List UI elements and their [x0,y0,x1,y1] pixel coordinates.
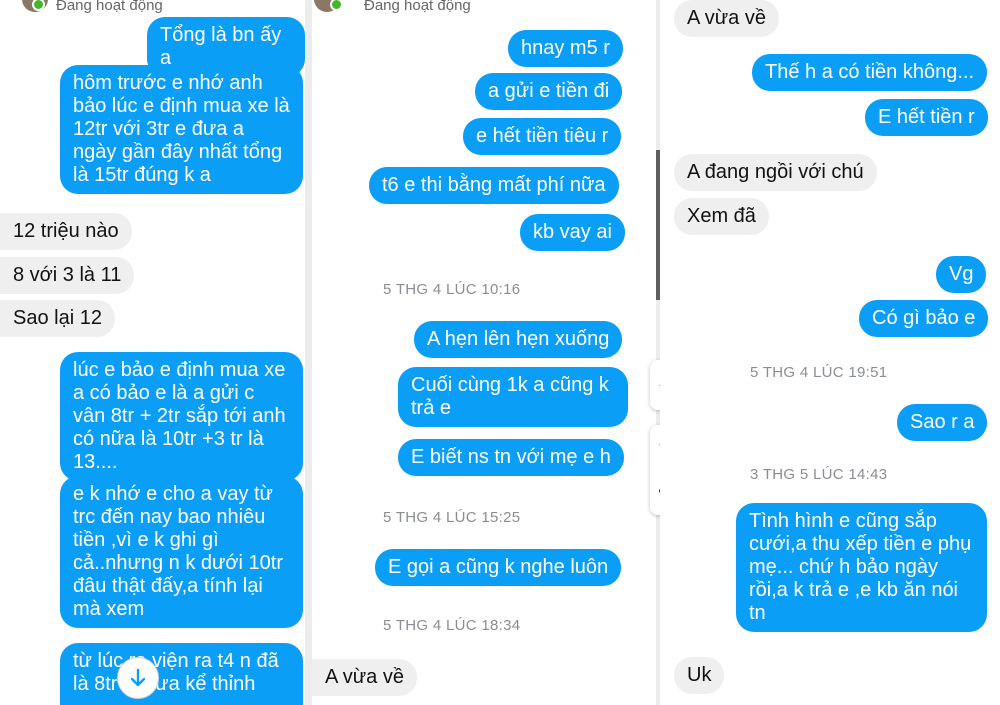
message-outgoing[interactable]: Cuối cùng 1k a cũng k trả e [398,367,628,427]
message-outgoing[interactable]: Vg [936,256,987,293]
chat-panel-3: A vừa về Thế h a có tiền không... E hết … [660,0,1000,705]
message-outgoing[interactable]: Sao r a [897,404,988,441]
message-outgoing[interactable]: E biết ns tn với mẹ e h [398,439,624,476]
online-indicator [330,0,343,11]
timestamp: 5 THG 4 LÚC 18:34 [383,617,521,634]
message-outgoing[interactable]: từ lúc ra viện ra t4 n đã là 8tr r,chưa … [60,643,303,705]
scroll-down-arrow-icon [130,668,146,687]
message-incoming[interactable]: A vừa về [312,659,417,696]
message-incoming[interactable]: A đang ngồi với chú [674,154,877,191]
message-outgoing[interactable]: lúc e bảo e định mua xe a có bảo e là a … [60,352,303,481]
message-outgoing[interactable]: a gửi e tiền đi [475,73,623,110]
message-outgoing[interactable]: e hết tiền tiêu r [463,118,622,155]
timestamp: 5 THG 4 LÚC 19:51 [750,364,888,381]
message-outgoing[interactable]: hnay m5 r [508,30,623,67]
timestamp: 5 THG 4 LÚC 15:25 [383,509,521,526]
message-outgoing[interactable]: hôm trước e nhớ anh bảo lúc e định mua x… [60,65,303,194]
timestamp: 5 THG 4 LÚC 10:16 [383,281,521,298]
message-outgoing[interactable]: Tình hình e cũng sắp cưới,a thu xếp tiền… [736,503,987,632]
message-outgoing[interactable]: E hết tiền r [865,99,988,136]
message-incoming[interactable]: Xem đã [674,198,769,235]
active-status: Đang hoạt động [364,0,471,14]
message-outgoing[interactable]: Có gì bảo e [859,300,989,337]
message-outgoing[interactable]: t6 e thi bằng mất phí nữa [369,167,619,204]
message-incoming[interactable]: A vừa về [674,0,779,37]
online-indicator [32,0,45,11]
message-outgoing[interactable]: e k nhớ e cho a vay từ trc đến nay bao n… [60,476,303,628]
message-outgoing[interactable]: kb vay ai [520,214,625,251]
timestamp: 3 THG 5 LÚC 14:43 [750,466,888,483]
panel-divider [305,0,312,705]
message-outgoing[interactable]: Thế h a có tiền không... [752,54,988,91]
active-status: Đang hoạt động [56,0,163,14]
chat-panel-2: Đang hoạt động hnay m5 r a gửi e tiền đi… [312,0,656,705]
message-incoming[interactable]: Sao lại 12 [0,300,115,337]
chat-panel-1: Đang hoạt động Tổng là bn ấy a hôm trước… [0,0,305,705]
message-outgoing[interactable]: A hẹn lên hẹn xuống [414,321,623,358]
scroll-to-bottom-button[interactable] [117,657,159,699]
message-incoming[interactable]: 12 triệu nào [0,213,132,250]
message-outgoing[interactable]: E gọi a cũng k nghe luôn [375,549,622,586]
message-incoming[interactable]: Uk [674,657,725,694]
message-incoming[interactable]: 8 với 3 là 11 [0,257,135,294]
